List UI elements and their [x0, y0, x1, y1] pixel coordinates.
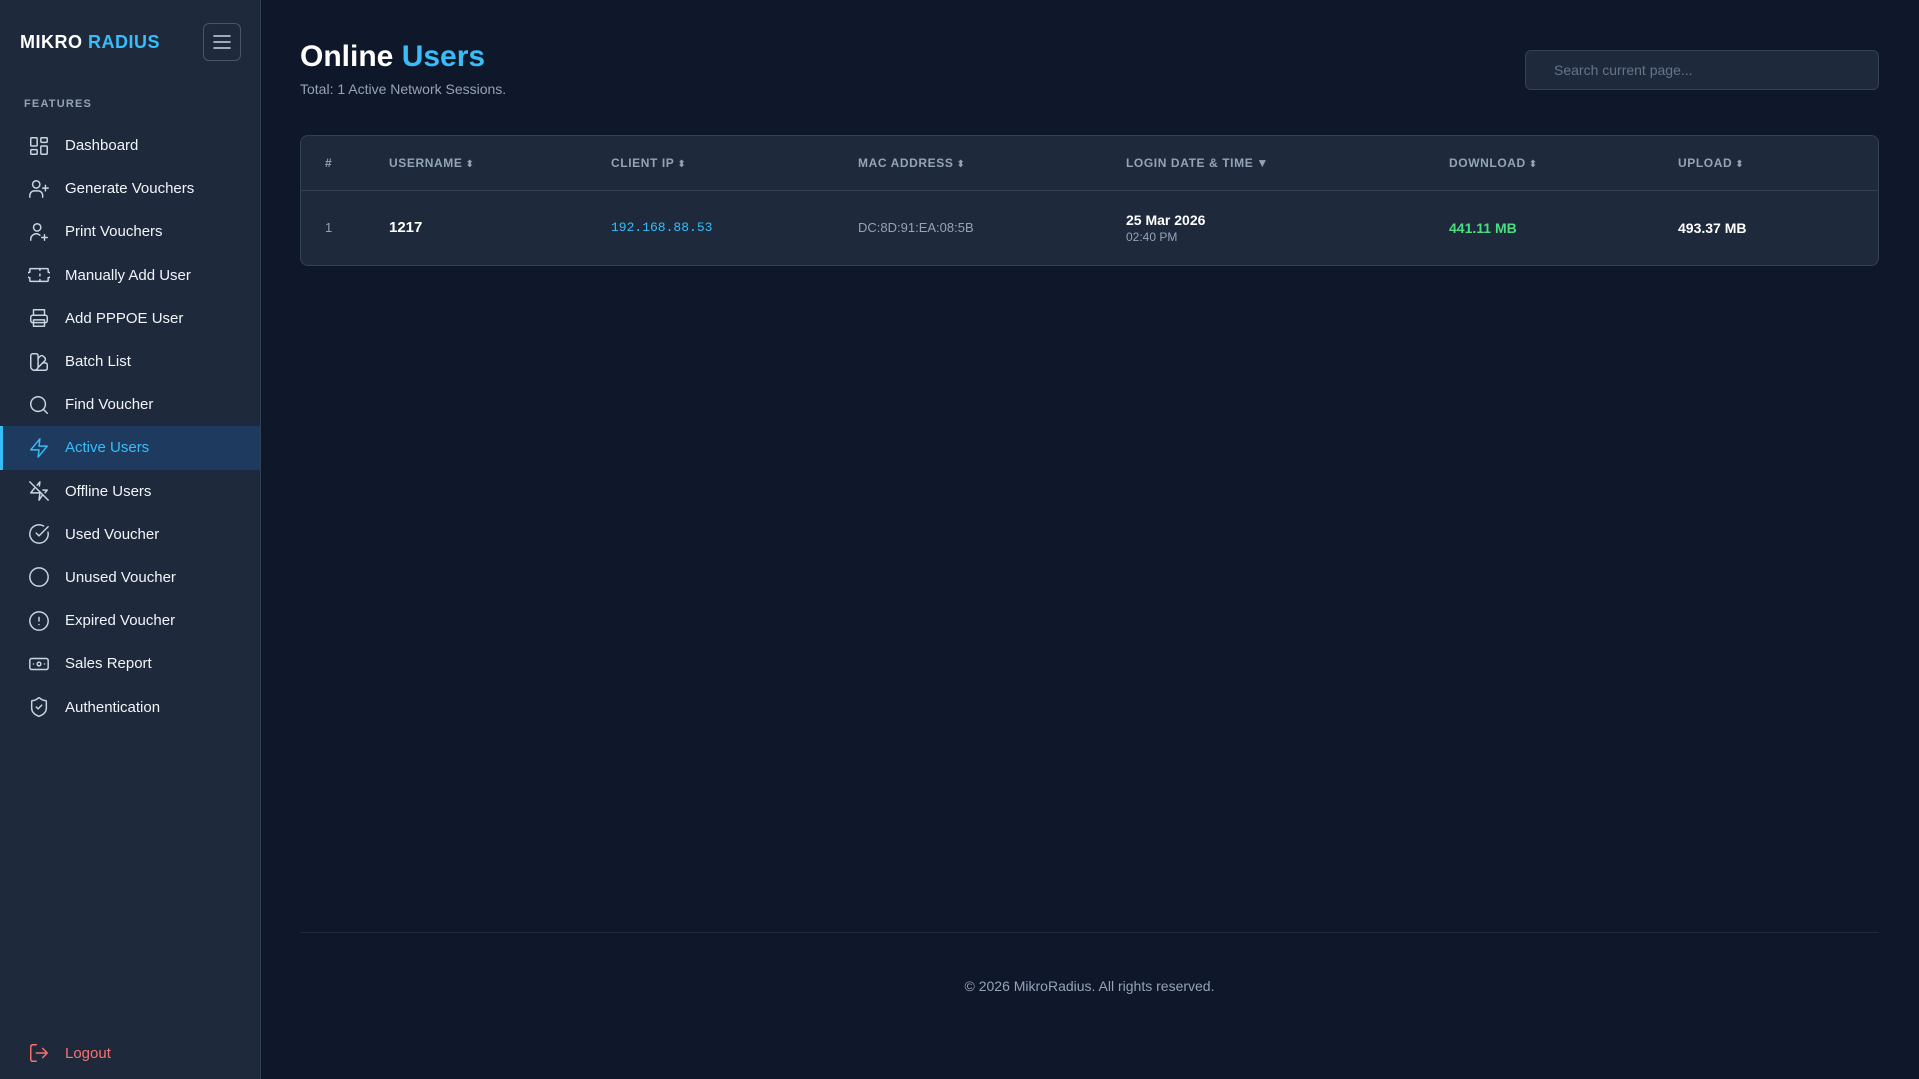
sidebar-item-manually-add-user[interactable]: Manually Add User — [0, 254, 260, 297]
check-circle-icon — [27, 522, 51, 546]
sidebar-item-batch-list[interactable]: Batch List — [0, 340, 260, 383]
sidebar-item-used-voucher[interactable]: Used Voucher — [0, 513, 260, 556]
cell-username: 1217 — [389, 219, 423, 237]
sidebar-item-expired-voucher[interactable]: Expired Voucher — [0, 599, 260, 642]
footer-copyright: © 2026 MikroRadius. All rights reserved. — [964, 978, 1215, 994]
dashboard-icon — [27, 134, 51, 158]
page-header: Online Users Total: 1 Active Network Ses… — [300, 0, 1879, 97]
sort-desc-icon: ▼ — [1256, 155, 1269, 170]
sort-icon: ⬍ — [956, 158, 966, 170]
column-header-login-date-time[interactable]: LOGIN DATE & TIME ▼ — [1126, 136, 1449, 191]
cell-mac-address: DC:8D:91:EA:08:5B — [858, 220, 974, 236]
table-header-row: # USERNAME ⬍ CLIENT IP ⬍ MAC ADDRESS ⬍ LOGI… — [301, 136, 1878, 191]
footer-divider — [300, 932, 1879, 933]
column-header-upload[interactable]: UPLOAD ⬍ — [1678, 136, 1878, 191]
sidebar-item-label: Active Users — [65, 439, 150, 457]
title-part1: Online — [300, 40, 394, 73]
sort-icon: ⬍ — [1528, 158, 1538, 170]
sidebar-item-label: Used Voucher — [65, 525, 160, 543]
table-row: 1 1217 192.168.88.53 DC:8D:91:EA:08:5B 2… — [301, 191, 1878, 265]
hamburger-icon — [213, 35, 231, 49]
circle-icon — [27, 565, 51, 589]
sidebar-item-label: Manually Add User — [65, 266, 191, 284]
brand-part2: RADIUS — [88, 31, 161, 52]
login-time: 02:40 PM — [1126, 229, 1178, 244]
ticket-icon — [27, 263, 51, 287]
logout-label: Logout — [65, 1044, 111, 1062]
brand-logo[interactable]: MIKRO RADIUS — [20, 32, 160, 53]
sidebar-item-label: Sales Report — [65, 655, 152, 673]
brand-part1: MIKRO — [20, 31, 83, 52]
zap-off-icon — [27, 479, 51, 503]
column-header-download[interactable]: DOWNLOAD ⬍ — [1449, 136, 1678, 191]
user-add-icon — [27, 220, 51, 244]
sidebar-item-unused-voucher[interactable]: Unused Voucher — [0, 556, 260, 599]
printer-icon — [27, 306, 51, 330]
shield-check-icon — [27, 695, 51, 719]
sidebar-item-add-pppoe-user[interactable]: Add PPPOE User — [0, 297, 260, 340]
column-header-client-ip[interactable]: CLIENT IP ⬍ — [611, 136, 858, 191]
page-heading: Online Users Total: 1 Active Network Ses… — [300, 40, 506, 97]
sidebar-item-label: Batch List — [65, 353, 131, 371]
sidebar-nav: Dashboard Generate Vouchers Print Vouche… — [0, 124, 260, 729]
user-plus-icon — [27, 177, 51, 201]
sidebar-item-find-voucher[interactable]: Find Voucher — [0, 383, 260, 426]
zap-icon — [27, 436, 51, 460]
sidebar-item-label: Authentication — [65, 698, 161, 716]
sidebar-item-label: Offline Users — [65, 482, 152, 500]
sort-icon: ⬍ — [465, 158, 475, 170]
title-part2: Users — [401, 40, 486, 73]
sidebar-item-generate-vouchers[interactable]: Generate Vouchers — [0, 167, 260, 210]
logout-button[interactable]: Logout — [0, 1027, 260, 1079]
column-header-index: # — [325, 155, 333, 170]
search-icon — [27, 393, 51, 417]
sidebar-item-label: Dashboard — [65, 137, 139, 155]
online-users-table-card: # USERNAME ⬍ CLIENT IP ⬍ MAC ADDRESS ⬍ LOGI… — [300, 134, 1879, 266]
sidebar-item-authentication[interactable]: Authentication — [0, 685, 260, 728]
page-title: Online Users — [300, 40, 506, 75]
sidebar-item-dashboard[interactable]: Dashboard — [0, 124, 260, 167]
banknote-icon — [27, 652, 51, 676]
sidebar-item-offline-users[interactable]: Offline Users — [0, 470, 260, 513]
sidebar-item-label: Generate Vouchers — [65, 180, 195, 198]
sidebar-item-active-users[interactable]: Active Users — [0, 426, 260, 470]
sidebar-item-sales-report[interactable]: Sales Report — [0, 642, 260, 685]
page-subtitle: Total: 1 Active Network Sessions. — [300, 80, 507, 97]
logout-icon — [27, 1041, 51, 1065]
sidebar-item-label: Add PPPOE User — [65, 309, 184, 327]
column-header-mac-address[interactable]: MAC ADDRESS ⬍ — [858, 136, 1126, 191]
brand-row: MIKRO RADIUS — [0, 0, 260, 84]
menu-toggle-button[interactable] — [203, 23, 241, 61]
section-label-features: FEATURES — [24, 98, 93, 110]
main-content: Online Users Total: 1 Active Network Ses… — [261, 0, 1919, 1079]
cell-client-ip: 192.168.88.53 — [611, 220, 713, 236]
sidebar: MIKRO RADIUS FEATURES Dashboard Generate… — [0, 0, 261, 1079]
sidebar-item-label: Unused Voucher — [65, 568, 176, 586]
cell-index: 1 — [325, 220, 333, 236]
column-header-username[interactable]: USERNAME ⬍ — [389, 136, 611, 191]
sidebar-item-label: Find Voucher — [65, 396, 154, 414]
cell-download: 441.11 MB — [1449, 219, 1517, 236]
alert-circle-icon — [27, 609, 51, 633]
search-input[interactable] — [1525, 50, 1879, 90]
cell-login-datetime: 25 Mar 2026 02:40 PM — [1126, 191, 1449, 265]
swatch-book-icon — [27, 350, 51, 374]
sidebar-item-label: Expired Voucher — [65, 612, 176, 630]
sidebar-item-label: Print Vouchers — [65, 223, 163, 241]
online-users-table: # USERNAME ⬍ CLIENT IP ⬍ MAC ADDRESS ⬍ LOGI… — [301, 136, 1878, 265]
login-date: 25 Mar 2026 — [1126, 211, 1206, 228]
sidebar-item-print-vouchers[interactable]: Print Vouchers — [0, 210, 260, 253]
cell-upload: 493.37 MB — [1678, 219, 1747, 236]
sort-icon: ⬍ — [1735, 158, 1745, 170]
sort-icon: ⬍ — [677, 158, 687, 170]
